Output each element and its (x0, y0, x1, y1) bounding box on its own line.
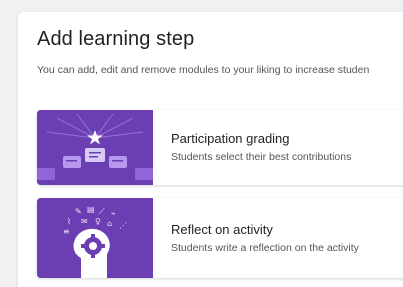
svg-text:▤: ▤ (87, 205, 95, 214)
add-learning-step-panel: Add learning step You can add, edit and … (18, 12, 403, 287)
svg-text:⌁: ⌁ (111, 209, 116, 218)
head-gear-icon: ✎ ▤ ⟋ ⌁ ⌇ ✉ ♀ ⌂ ⋰ ≡ (37, 198, 153, 278)
svg-text:⌂: ⌂ (107, 219, 112, 228)
page-subtitle: You can add, edit and remove modules to … (37, 64, 370, 76)
svg-text:≡: ≡ (63, 227, 70, 236)
page-title: Add learning step (37, 28, 195, 50)
module-card-participation-grading[interactable]: Participation grading Students select th… (37, 110, 403, 185)
module-description: Students write a reflection on the activ… (171, 242, 359, 254)
module-title: Participation grading (171, 131, 290, 146)
svg-text:✎: ✎ (75, 207, 82, 216)
module-title: Reflect on activity (171, 222, 273, 237)
svg-text:⌇: ⌇ (67, 217, 71, 226)
module-description: Students select their best contributions (171, 151, 352, 163)
module-card-reflect-on-activity[interactable]: ✎ ▤ ⟋ ⌁ ⌇ ✉ ♀ ⌂ ⋰ ≡ Reflect on activity … (37, 198, 403, 278)
star-podium-icon (37, 110, 153, 185)
svg-text:♀: ♀ (95, 217, 101, 226)
svg-text:⋰: ⋰ (119, 221, 127, 230)
svg-text:✉: ✉ (81, 217, 88, 226)
svg-text:⟋: ⟋ (99, 207, 105, 216)
